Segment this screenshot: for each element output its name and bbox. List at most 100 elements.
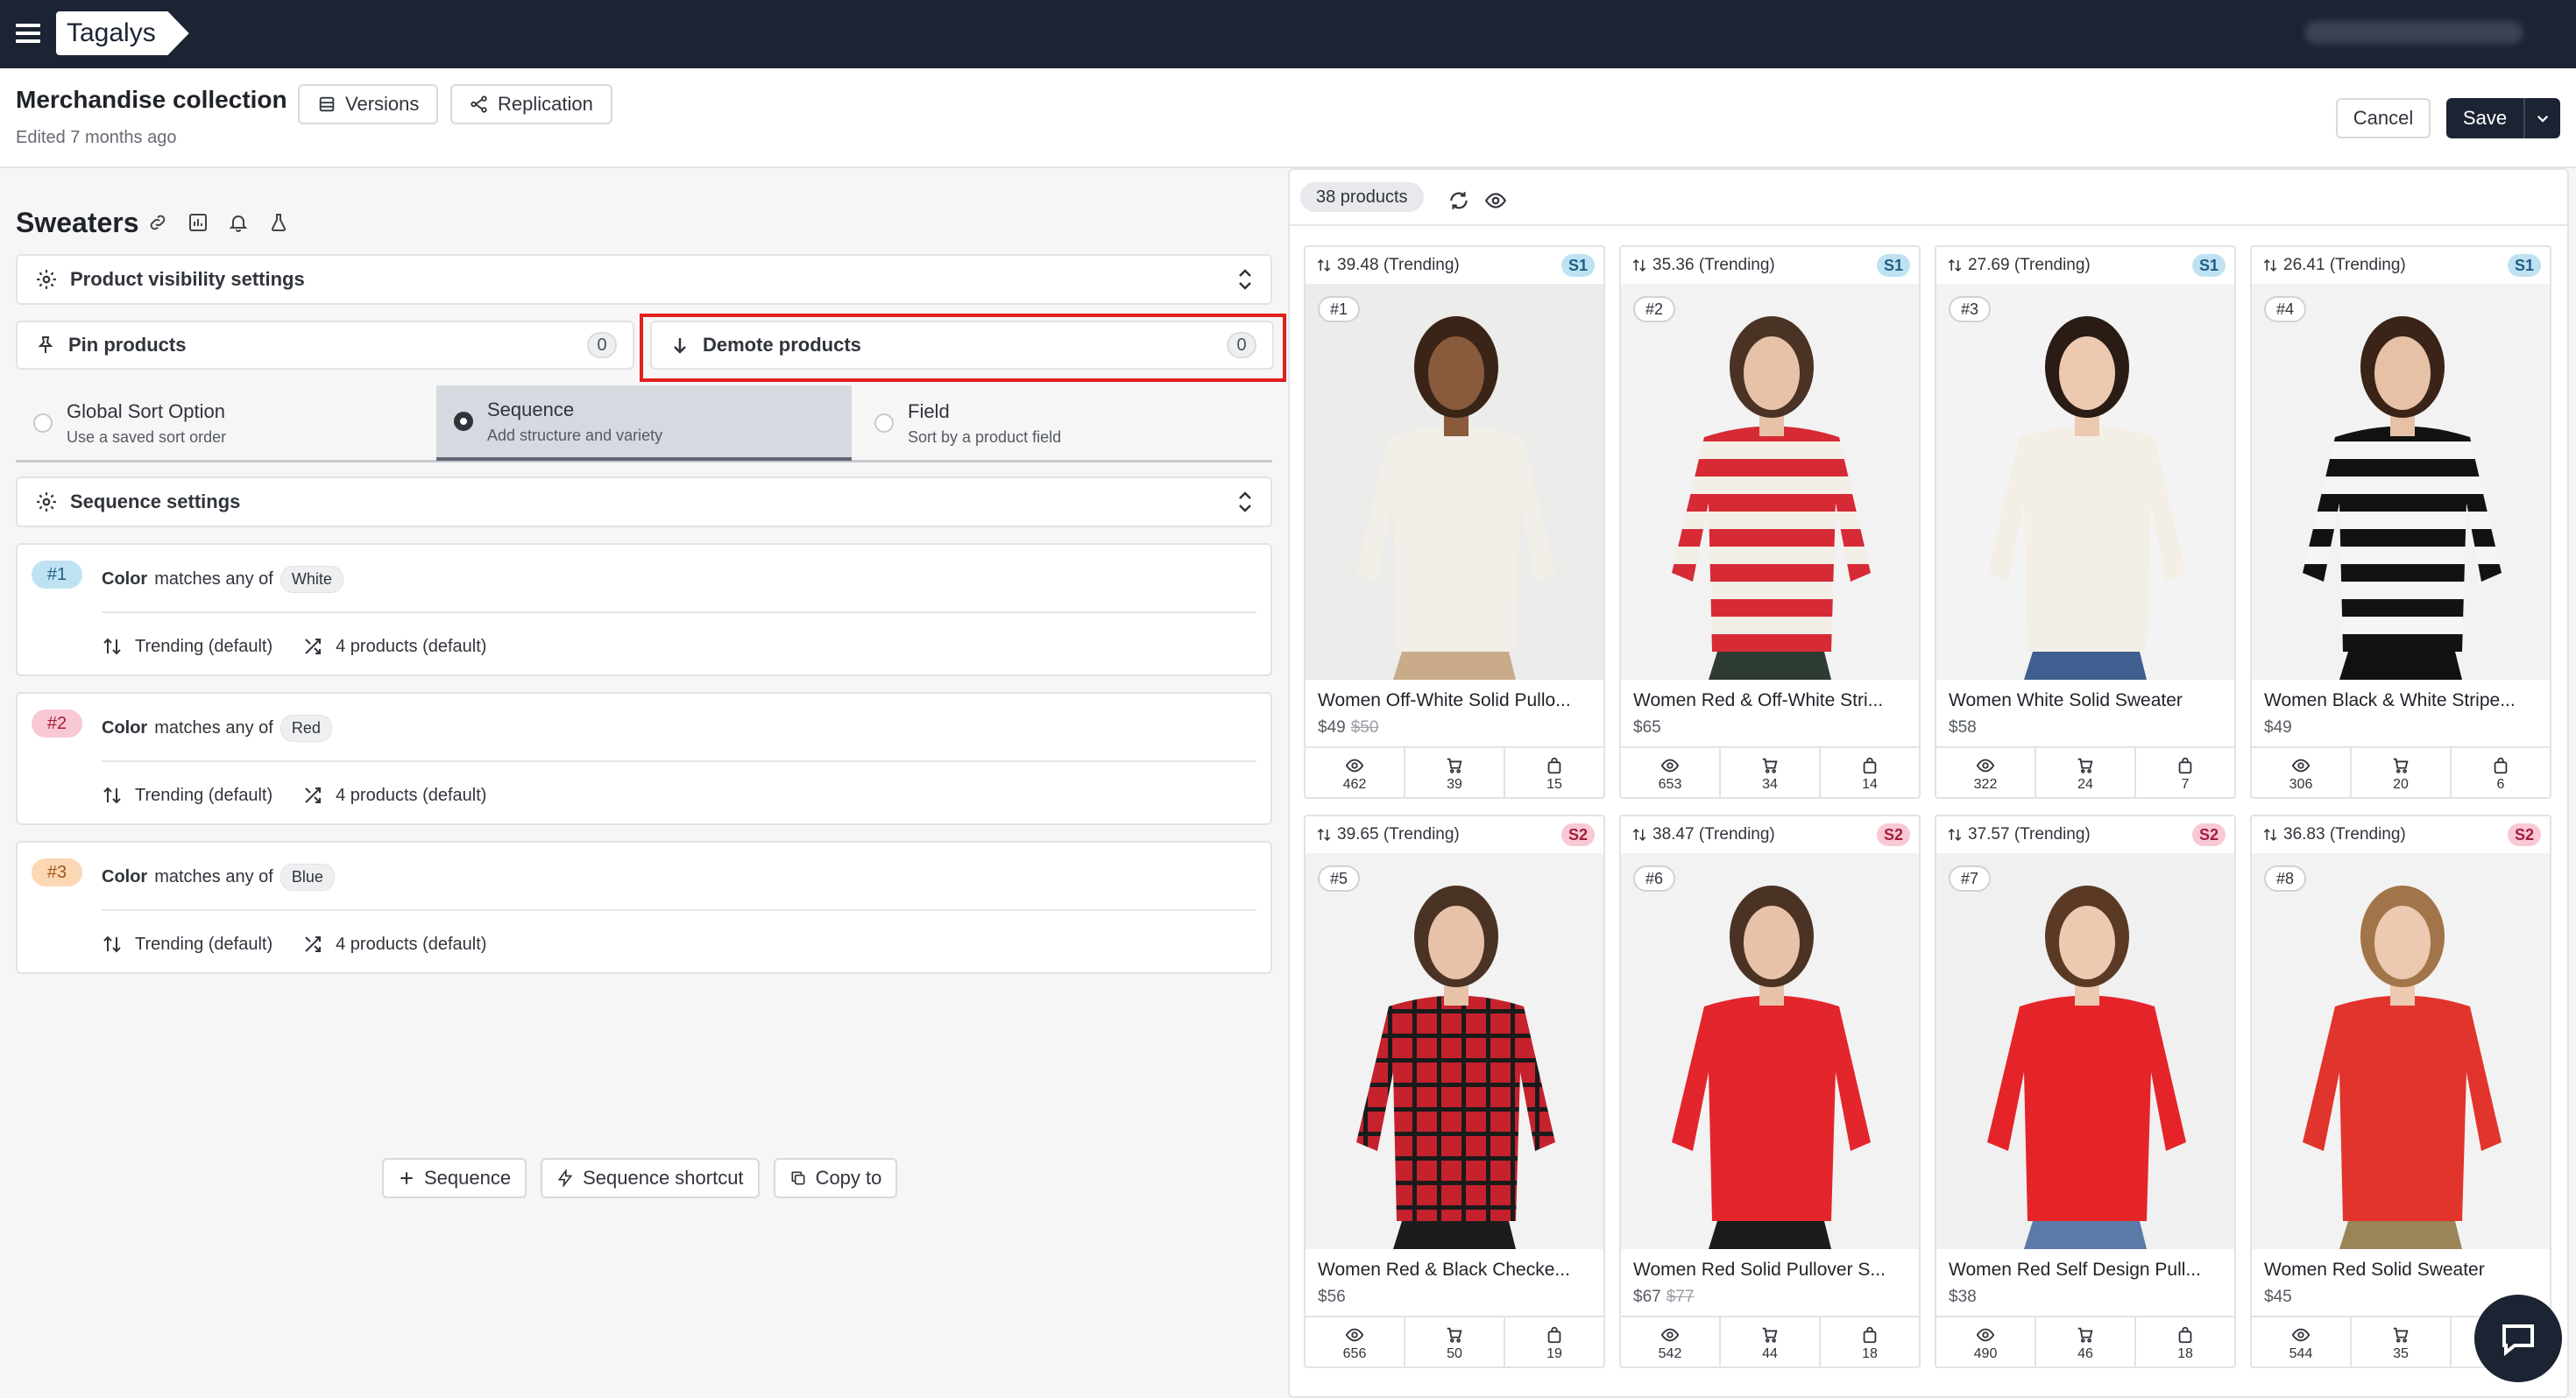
versions-button[interactable]: Versions <box>298 84 439 124</box>
rule-condition[interactable]: Color matches any of White <box>102 566 343 593</box>
sequence-shortcut-button[interactable]: Sequence shortcut <box>541 1158 760 1198</box>
bag-icon <box>1547 757 1561 774</box>
chevron-down-icon <box>2537 115 2549 123</box>
cancel-button[interactable]: Cancel <box>2336 98 2431 138</box>
stack-icon <box>319 96 335 112</box>
divider <box>102 909 1256 911</box>
rule-count[interactable]: 4 products (default) <box>302 934 486 955</box>
chat-button[interactable] <box>2474 1295 2562 1382</box>
product-card[interactable]: 36.83 (Trending) S2 #8 Women Red Solid S… <box>2250 815 2551 1368</box>
product-image[interactable]: #7 <box>1936 853 2234 1249</box>
rule-condition[interactable]: Color matches any of Blue <box>102 864 335 891</box>
bell-icon[interactable] <box>228 212 249 233</box>
product-photo <box>1306 284 1603 680</box>
sequence-rule[interactable]: #1 Color matches any of White Trending (… <box>16 543 1272 676</box>
product-card[interactable]: 38.47 (Trending) S2 #6 Women Red Solid P… <box>1619 815 1921 1368</box>
segment-badge: S1 <box>2192 254 2226 277</box>
flask-icon[interactable] <box>268 212 289 233</box>
product-image[interactable]: #1 <box>1306 284 1603 680</box>
replication-button[interactable]: Replication <box>450 84 612 124</box>
user-menu[interactable] <box>2304 21 2523 44</box>
product-score: 35.36 (Trending) <box>1621 247 1919 284</box>
rule-sort[interactable]: Trending (default) <box>102 636 272 657</box>
rule-count[interactable]: 4 products (default) <box>302 785 486 806</box>
carts-stat: 24 <box>2036 748 2136 797</box>
product-image[interactable]: #4 <box>2252 284 2550 680</box>
orders-stat: 18 <box>1821 1317 1919 1366</box>
menu-icon[interactable] <box>16 24 40 43</box>
product-image[interactable]: #5 <box>1306 853 1603 1249</box>
product-price: $56 <box>1318 1288 1346 1306</box>
product-photo <box>2252 853 2550 1249</box>
views-stat: 544 <box>2252 1317 2352 1366</box>
bag-icon <box>1863 1326 1877 1344</box>
divider <box>102 611 1256 613</box>
product-visibility-settings[interactable]: Product visibility settings <box>16 254 1272 305</box>
product-rank: #3 <box>1949 296 1992 322</box>
expand-icon[interactable] <box>1235 266 1255 293</box>
product-image[interactable]: #6 <box>1621 853 1919 1249</box>
product-card[interactable]: 27.69 (Trending) S1 #3 Women White Solid… <box>1935 245 2236 799</box>
link-icon[interactable] <box>147 212 168 233</box>
tab-sequence[interactable]: Sequence Add structure and variety <box>436 385 852 461</box>
orders-stat: 18 <box>2136 1317 2234 1366</box>
product-card[interactable]: 39.65 (Trending) S2 #5 Women Red & Black… <box>1304 815 1605 1368</box>
copy-to-button[interactable]: Copy to <box>773 1158 898 1198</box>
sequence-rule[interactable]: #3 Color matches any of Blue Trending (d… <box>16 841 1272 974</box>
carts-stat: 50 <box>1405 1317 1505 1366</box>
product-image[interactable]: #3 <box>1936 284 2234 680</box>
product-card[interactable]: 39.48 (Trending) S1 #1 Women Off-White S… <box>1304 245 1605 799</box>
carts-stat: 34 <box>1721 748 1821 797</box>
sort-icon <box>103 787 121 804</box>
radio-field[interactable] <box>874 413 894 433</box>
sequence-settings[interactable]: Sequence settings <box>16 477 1272 527</box>
carts-stat: 35 <box>2352 1317 2452 1366</box>
rule-value: Red <box>280 715 332 742</box>
product-card[interactable]: 35.36 (Trending) S1 #2 Women Red & Off-W… <box>1619 245 1921 799</box>
views-stat: 542 <box>1621 1317 1721 1366</box>
divider <box>102 760 1256 762</box>
rule-condition[interactable]: Color matches any of Red <box>102 715 332 742</box>
radio-sequence[interactable] <box>454 412 473 431</box>
carts-stat: 46 <box>2036 1317 2136 1366</box>
sequence-rule[interactable]: #2 Color matches any of Red Trending (de… <box>16 692 1272 825</box>
rule-sort[interactable]: Trending (default) <box>102 785 272 806</box>
rule-sort[interactable]: Trending (default) <box>102 934 272 955</box>
tab-field[interactable]: Field Sort by a product field <box>857 385 1272 461</box>
copy-icon <box>791 1171 805 1185</box>
product-image[interactable]: #8 <box>2252 853 2550 1249</box>
product-image[interactable]: #2 <box>1621 284 1919 680</box>
cart-icon <box>2393 758 2409 773</box>
carts-stat: 39 <box>1405 748 1505 797</box>
analytics-icon[interactable] <box>188 212 209 233</box>
products-panel: 38 products 39.48 (Trending) S1 #1 Women… <box>1288 168 2569 1398</box>
product-photo <box>1306 853 1603 1249</box>
sort-mode-tabs: Global Sort Option Use a saved sort order… <box>16 385 1272 462</box>
rule-number: #1 <box>32 561 82 589</box>
orders-stat: 15 <box>1505 748 1603 797</box>
expand-icon[interactable] <box>1235 489 1255 515</box>
product-price: $58 <box>1949 718 1977 737</box>
product-card[interactable]: 37.57 (Trending) S2 #7 Women Red Self De… <box>1935 815 2236 1368</box>
tab-global-sort-option[interactable]: Global Sort Option Use a saved sort order <box>16 385 436 461</box>
save-button[interactable]: Save <box>2446 98 2560 138</box>
logo[interactable]: Tagalys <box>56 11 189 55</box>
bag-icon <box>2494 757 2508 774</box>
rule-count[interactable]: 4 products (default) <box>302 636 486 657</box>
product-card[interactable]: 26.41 (Trending) S1 #4 Women Black & Whi… <box>2250 245 2551 799</box>
sort-icon <box>1948 258 1962 272</box>
refresh-icon[interactable] <box>1447 189 1470 212</box>
original-price: $77 <box>1666 1288 1695 1306</box>
shuffle-icon <box>305 639 322 654</box>
eye-icon <box>1345 1328 1364 1342</box>
radio-global-sort[interactable] <box>33 413 53 433</box>
eye-icon[interactable] <box>1484 189 1507 212</box>
add-sequence-button[interactable]: Sequence <box>382 1158 527 1198</box>
product-rank: #6 <box>1633 865 1676 892</box>
pin-products-panel[interactable]: Pin products 0 <box>16 321 634 370</box>
product-price: $65 <box>1633 718 1661 737</box>
product-name: Women White Solid Sweater <box>1949 690 2183 710</box>
segment-badge: S2 <box>2192 823 2226 846</box>
product-rank: #1 <box>1318 296 1361 322</box>
save-dropdown[interactable] <box>2523 98 2560 138</box>
